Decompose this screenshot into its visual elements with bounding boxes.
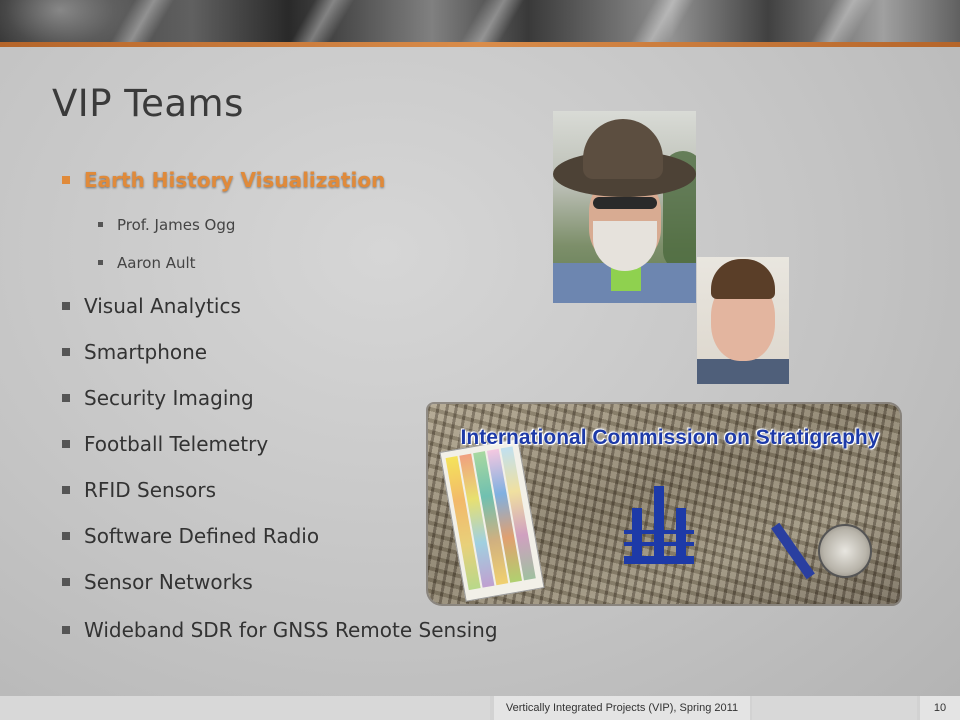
sub-bullet-aaron-ault: Aaron Ault: [98, 254, 196, 272]
bullet-rfid-sensors: RFID Sensors: [62, 478, 216, 502]
bullet-software-defined-radio: Software Defined Radio: [62, 524, 319, 548]
bullet-smartphone: Smartphone: [62, 340, 207, 364]
header-decorative-band: [0, 0, 960, 42]
square-bullet-icon: [62, 531, 70, 540]
bullet-label: Sensor Networks: [84, 570, 253, 594]
square-bullet-icon: [62, 347, 70, 356]
bullet-security-imaging: Security Imaging: [62, 386, 254, 410]
square-bullet-icon: [62, 301, 70, 310]
square-bullet-icon: [98, 260, 103, 265]
sub-bullet-label: Prof. James Ogg: [117, 216, 236, 234]
bullet-label: Smartphone: [84, 340, 208, 364]
bullet-sensor-networks: Sensor Networks: [62, 570, 253, 594]
bullet-label: RFID Sensors: [84, 478, 217, 502]
square-bullet-icon: [62, 485, 70, 494]
sub-bullet-label: Aaron Ault: [117, 254, 196, 272]
bullet-earth-history-visualization: Earth History Visualization: [62, 168, 385, 192]
header-accent-rule: [0, 42, 960, 47]
square-bullet-icon: [62, 175, 70, 184]
rock-hammer-icon: [771, 522, 815, 580]
compass-icon: [818, 524, 872, 578]
bullet-label: Security Imaging: [84, 386, 254, 410]
footer-text: Vertically Integrated Projects (VIP), Sp…: [494, 696, 750, 720]
square-bullet-icon: [62, 577, 70, 586]
bullet-wideband-sdr: Wideband SDR for GNSS Remote Sensing: [62, 618, 498, 642]
square-bullet-icon: [62, 393, 70, 402]
ics-banner-title: International Commission on Stratigraphy: [460, 426, 880, 449]
square-bullet-icon: [98, 222, 103, 227]
ics-banner-image: International Commission on Stratigraphy: [428, 404, 900, 604]
bullet-visual-analytics: Visual Analytics: [62, 294, 241, 318]
bullet-label: Visual Analytics: [84, 294, 241, 318]
photo-student: [697, 257, 789, 384]
stratigraphic-chart-graphic: [439, 438, 545, 602]
page-number: 10: [920, 696, 960, 720]
bullet-label: Football Telemetry: [84, 432, 269, 456]
square-bullet-icon: [62, 625, 70, 634]
bullet-football-telemetry: Football Telemetry: [62, 432, 268, 456]
photo-professor: [553, 111, 696, 303]
bullet-label: Software Defined Radio: [84, 524, 320, 548]
footer-left-segment: [0, 696, 490, 720]
square-bullet-icon: [62, 439, 70, 448]
sub-bullet-james-ogg: Prof. James Ogg: [98, 216, 235, 234]
footer-mid-segment: [752, 696, 917, 720]
bullet-label: Wideband SDR for GNSS Remote Sensing: [84, 618, 498, 642]
ics-logo-icon: [624, 486, 694, 574]
bullet-label: Earth History Visualization: [84, 168, 386, 192]
slide-title: VIP Teams: [52, 82, 244, 125]
